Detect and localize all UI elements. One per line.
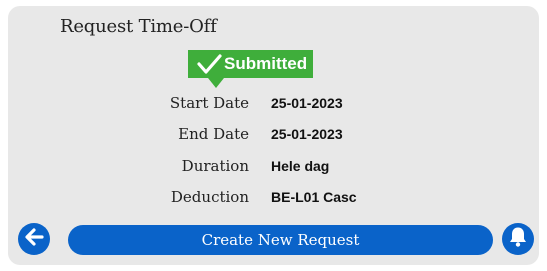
duration-value: Hele dag xyxy=(271,158,330,174)
detail-row-start-date: Start Date 25-01-2023 xyxy=(8,94,539,118)
page-title: Request Time-Off xyxy=(60,16,217,37)
notifications-button[interactable] xyxy=(502,223,534,255)
end-date-label: End Date xyxy=(178,125,249,143)
bell-icon xyxy=(508,226,528,253)
deduction-value: BE-L01 Casc xyxy=(271,189,357,205)
deduction-label: Deduction xyxy=(170,188,249,206)
end-date-value: 25-01-2023 xyxy=(271,126,343,142)
start-date-value: 25-01-2023 xyxy=(271,95,343,111)
status-label: Submitted xyxy=(224,54,308,73)
detail-row-deduction: Deduction BE-L01 Casc xyxy=(8,188,539,212)
create-new-request-label: Create New Request xyxy=(201,231,360,249)
arrow-left-icon xyxy=(24,227,44,251)
detail-row-duration: Duration Hele dag xyxy=(8,157,539,181)
request-card: Request Time-Off Submitted Start Date 25… xyxy=(8,6,539,265)
duration-label: Duration xyxy=(181,157,249,175)
back-button[interactable] xyxy=(18,223,50,255)
detail-row-end-date: End Date 25-01-2023 xyxy=(8,125,539,149)
start-date-label: Start Date xyxy=(169,94,249,112)
status-badge: Submitted xyxy=(188,50,314,88)
create-new-request-button[interactable]: Create New Request xyxy=(68,225,493,255)
checkmark-icon xyxy=(196,53,222,75)
